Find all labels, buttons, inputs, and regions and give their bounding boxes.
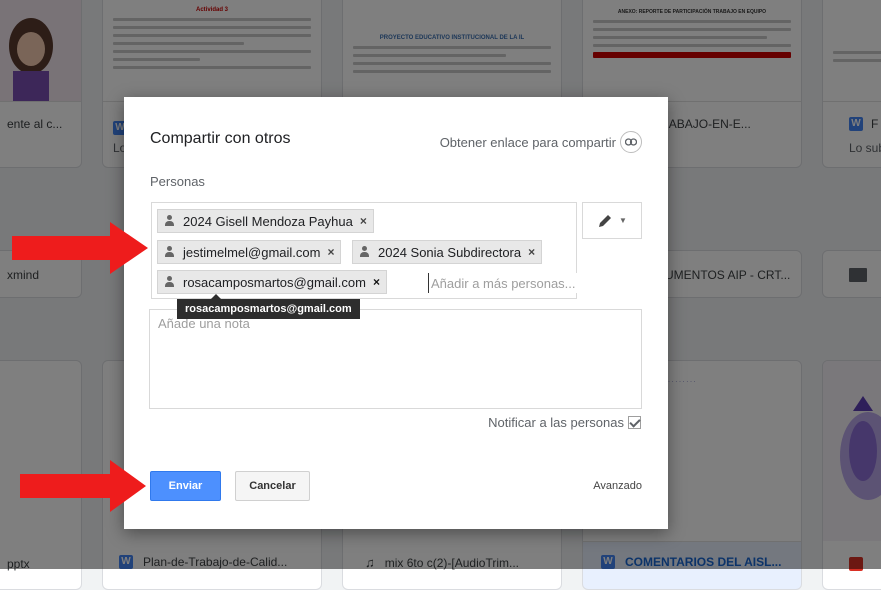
chevron-down-icon: ▼ [619, 216, 627, 225]
add-people-input[interactable] [428, 273, 577, 293]
people-input-box[interactable]: 2024 Gisell Mendoza Payhua × jestimelmel… [151, 202, 577, 299]
remove-chip-icon[interactable]: × [528, 245, 535, 259]
chip-label: jestimelmel@gmail.com [183, 244, 321, 260]
pencil-icon [599, 214, 612, 227]
notify-option[interactable]: Notificar a las personas [488, 415, 641, 430]
person-chip: 2024 Gisell Mendoza Payhua × [157, 209, 374, 233]
remove-chip-icon[interactable]: × [373, 275, 380, 289]
person-chip: jestimelmel@gmail.com × [157, 240, 342, 264]
get-link-button[interactable]: Obtener enlace para compartir [440, 131, 642, 153]
person-icon [164, 215, 175, 227]
link-icon [620, 131, 642, 153]
red-arrow-annotation [20, 460, 146, 512]
person-icon [164, 276, 175, 288]
chip-label: rosacamposmartos@gmail.com [183, 274, 366, 290]
email-tooltip: rosacamposmartos@gmail.com [177, 294, 360, 319]
note-textarea[interactable] [149, 309, 642, 409]
remove-chip-icon[interactable]: × [327, 245, 334, 259]
share-dialog: Compartir con otros Obtener enlace para … [124, 97, 668, 529]
dialog-title: Compartir con otros [150, 130, 291, 147]
chip-label: 2024 Gisell Mendoza Payhua [183, 213, 353, 229]
advanced-link[interactable]: Avanzado [593, 480, 642, 492]
send-button[interactable]: Enviar [150, 471, 221, 501]
cancel-button[interactable]: Cancelar [235, 471, 310, 501]
remove-chip-icon[interactable]: × [360, 214, 367, 228]
notify-checkbox[interactable] [628, 416, 641, 429]
person-chip: 2024 Sonia Subdirectora × [352, 240, 543, 264]
notify-label: Notificar a las personas [488, 415, 624, 430]
chip-label: 2024 Sonia Subdirectora [378, 244, 522, 260]
person-icon [359, 246, 370, 258]
person-icon [164, 246, 175, 258]
red-arrow-annotation [12, 222, 148, 274]
person-chip: rosacamposmartos@gmail.com × [157, 270, 387, 294]
get-link-label: Obtener enlace para compartir [439, 134, 616, 150]
permission-dropdown[interactable]: ▼ [582, 202, 642, 239]
people-section-label: Personas [150, 174, 205, 189]
